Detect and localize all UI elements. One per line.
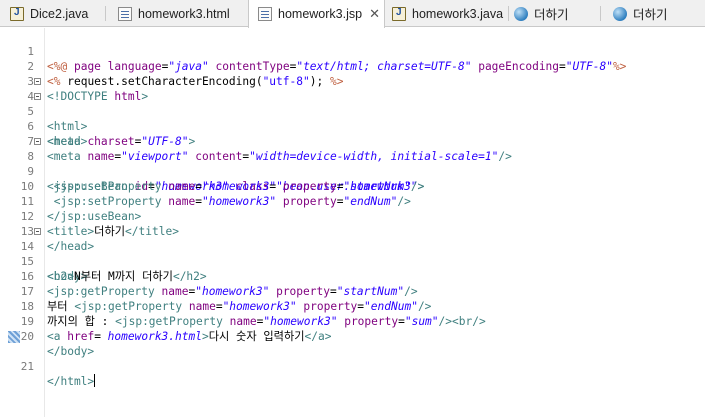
code-line[interactable]: 7 <meta name="viewport" content="width=d… xyxy=(0,119,511,163)
code-text: <title>더하기</title> xyxy=(47,225,179,238)
tab-homework3-java[interactable]: homework3.java xyxy=(392,0,503,27)
java-file-icon xyxy=(392,6,406,21)
tab-homework3-html[interactable]: homework3.html xyxy=(118,0,230,27)
code-line[interactable]: 4 <html> xyxy=(0,74,87,133)
tab-label: homework3.java xyxy=(412,6,504,21)
code-line[interactable]: 2 <% request.setCharacterEncoding("utf-8… xyxy=(0,44,343,88)
code-line[interactable]: 1 <%@ page language="java" contentType="… xyxy=(0,29,626,73)
current-line-marker-icon xyxy=(8,331,20,343)
fold-toggle-icon[interactable] xyxy=(34,138,41,145)
tab-browser-1[interactable]: 더하기 xyxy=(514,0,569,27)
code-text: 부터 <jsp:getProperty name="homework3" pro… xyxy=(47,300,432,313)
code-line[interactable]: 15 <h2>N부터 M까지 더하기</h2> xyxy=(0,239,207,283)
code-text: <meta name="viewport" content="width=dev… xyxy=(47,150,512,163)
tab-label: homework3.html xyxy=(138,6,230,21)
code-text: <jsp:setProperty name="homework3" proper… xyxy=(53,195,411,208)
code-text: <jsp:getProperty name="homework3" proper… xyxy=(47,285,418,298)
code-line[interactable]: 14 <body> xyxy=(0,224,87,283)
code-text: <h2>N부터 M까지 더하기</h2> xyxy=(47,270,207,283)
globe-icon xyxy=(514,6,528,21)
html-file-icon xyxy=(118,6,132,21)
code-text: 까지의 합 : <jsp:getProperty name="homework3… xyxy=(47,315,486,328)
code-text: <%@ page language="java" contentType="te… xyxy=(47,60,627,73)
jsp-file-icon xyxy=(258,7,272,21)
code-text: <% request.setCharacterEncoding("utf-8")… xyxy=(47,75,344,88)
tab-label: 더하기 xyxy=(633,8,668,22)
code-lines: 1 <%@ page language="java" contentType="… xyxy=(0,29,626,388)
code-line[interactable]: 17 부터 <jsp:getProperty name="homework3" … xyxy=(0,269,432,313)
code-text: <a href= homework3.html>다시 숫자 입력하기</a> xyxy=(47,330,332,343)
code-line[interactable]: 19 <a href= homework3.html>다시 숫자 입력하기</a… xyxy=(0,299,332,343)
tab-label: 더하기 xyxy=(534,8,569,22)
tab-browser-2[interactable]: 더하기 xyxy=(613,0,668,27)
text-caret xyxy=(94,374,96,387)
code-line[interactable]: 5 <head> xyxy=(0,89,87,148)
java-file-icon xyxy=(10,6,24,21)
line-number: 21 xyxy=(20,360,34,373)
editor-tab-bar: Dice2.java homework3.html homework3.jsp … xyxy=(0,0,705,28)
code-line[interactable]: 11 </jsp:useBean> xyxy=(0,179,142,223)
code-text: </head> xyxy=(47,240,95,253)
code-line-current[interactable]: 21 </html> xyxy=(0,329,96,388)
code-line[interactable]: 9 <jsp:setProperty name="homework3" prop… xyxy=(0,149,424,193)
fold-toggle-icon[interactable] xyxy=(34,93,41,100)
code-line[interactable]: 8 <jsp:useBean id="homework3" class="bea… xyxy=(0,134,424,193)
code-text: </body> xyxy=(47,345,95,358)
code-line[interactable]: 3 <!DOCTYPE html> xyxy=(0,59,148,103)
code-text: </html> xyxy=(47,374,96,388)
globe-icon xyxy=(613,6,627,21)
tab-label: Dice2.java xyxy=(30,6,89,21)
tab-label: homework3.jsp xyxy=(278,7,363,21)
fold-toggle-icon[interactable] xyxy=(34,78,41,85)
code-editor[interactable]: 1 <%@ page language="java" contentType="… xyxy=(0,28,705,417)
code-line[interactable]: 13 </head> xyxy=(0,209,94,253)
code-text: <!DOCTYPE html> xyxy=(47,90,149,103)
code-line[interactable]: 20 </body> xyxy=(0,314,94,358)
tab-dice2-java[interactable]: Dice2.java xyxy=(10,0,88,27)
code-line[interactable]: 6 <meta charset="UTF-8"> xyxy=(0,104,195,148)
code-line[interactable]: 18 까지의 합 : <jsp:getProperty name="homewo… xyxy=(0,284,486,328)
code-line[interactable]: 16 <jsp:getProperty name="homework3" pro… xyxy=(0,254,418,298)
code-text: <jsp:setProperty name="homework3" proper… xyxy=(53,180,425,193)
code-text: <html> xyxy=(47,120,88,133)
code-line[interactable]: 12 <title>더하기</title> xyxy=(0,194,179,238)
tab-homework3-jsp[interactable]: homework3.jsp ✕ xyxy=(248,0,385,28)
code-line[interactable]: 10 <jsp:setProperty name="homework3" pro… xyxy=(0,164,411,208)
code-text: </jsp:useBean> xyxy=(47,210,142,223)
code-text: <meta charset="UTF-8"> xyxy=(47,135,196,148)
fold-toggle-icon[interactable] xyxy=(34,228,41,235)
close-icon[interactable]: ✕ xyxy=(369,6,380,22)
